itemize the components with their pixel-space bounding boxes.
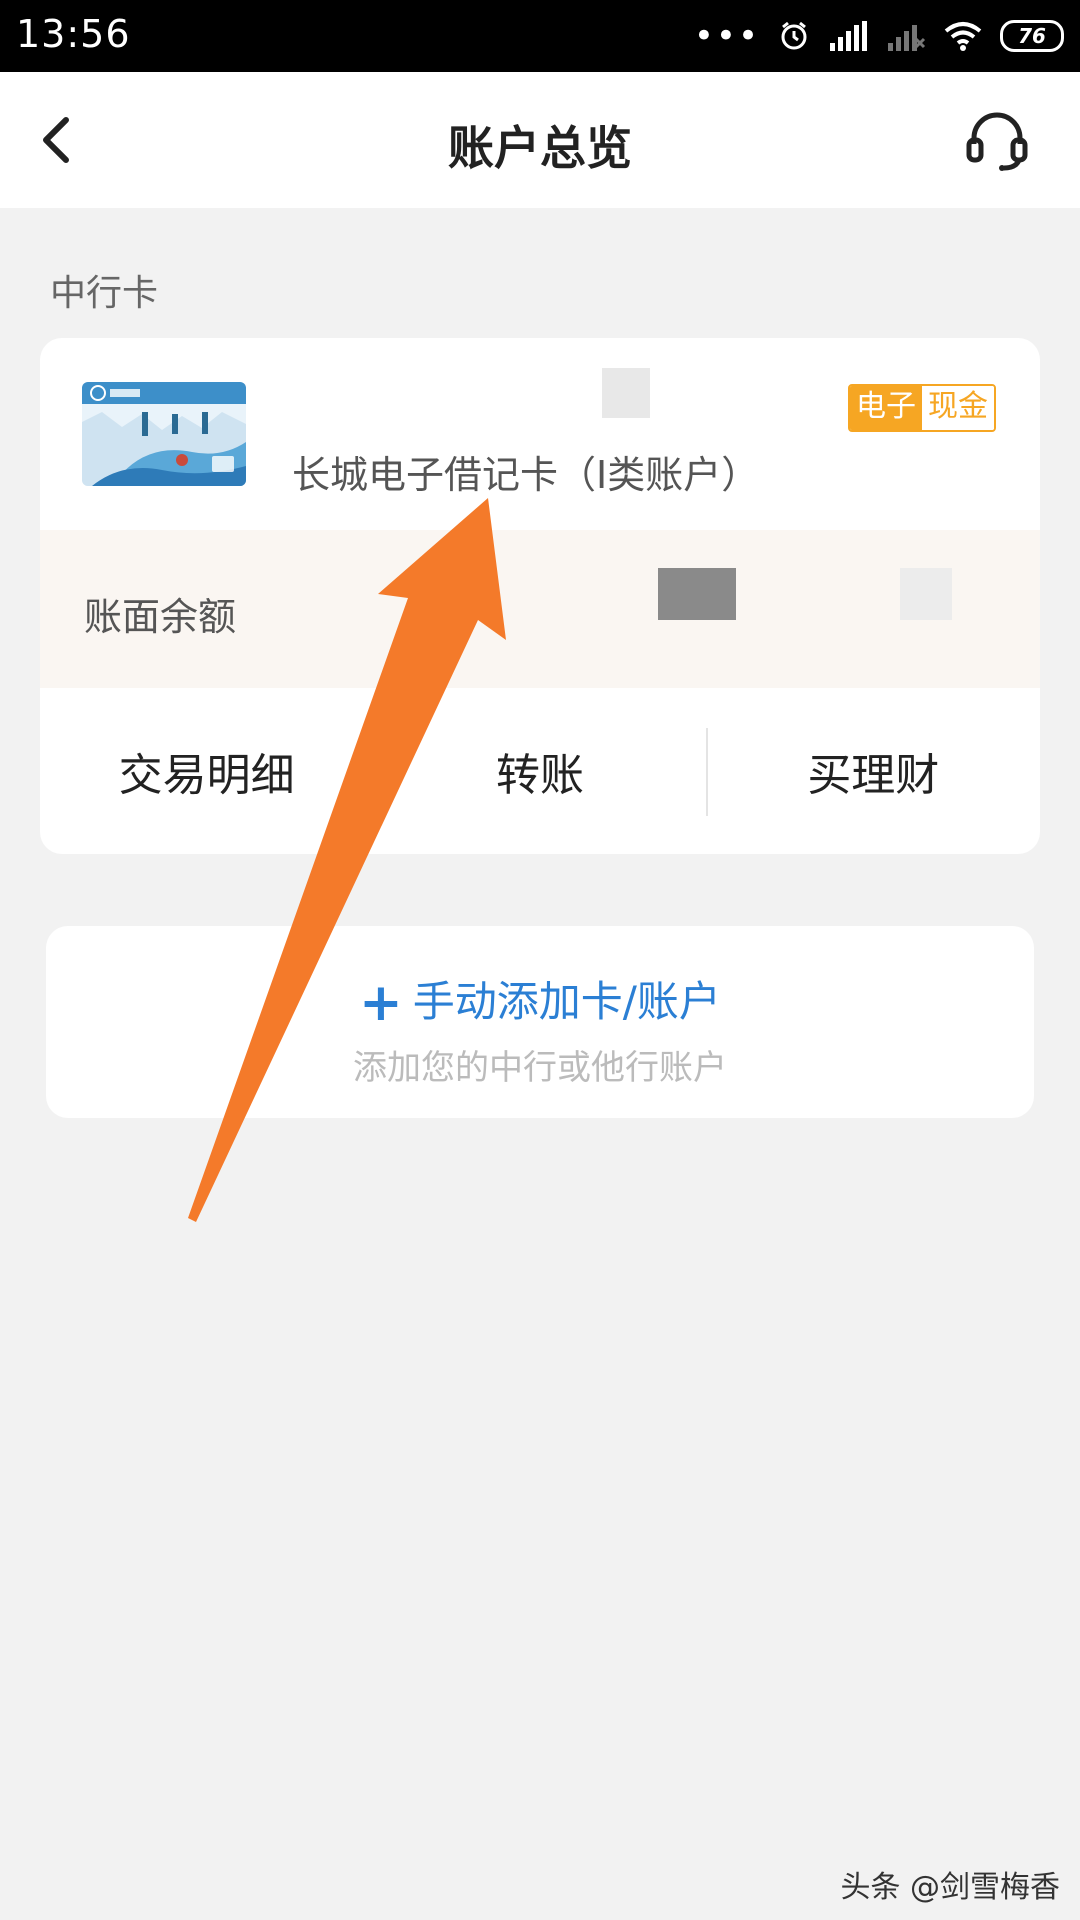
watermark: 头条 @剑雪梅香 [840,1870,1060,1905]
battery-indicator: 76 [1000,20,1064,52]
add-account-card[interactable]: + 手动添加卡/账户 添加您的中行或他行账户 [46,926,1034,1118]
status-icons: ••• 76 [694,14,1064,58]
badge-part-cash: 现金 [922,386,994,430]
masked-balance-toggle [900,568,952,620]
balance-row: 账面余额 [40,530,1040,688]
card-name: 长城电子借记卡（I类账户） [292,453,760,497]
action-divider [706,728,708,816]
masked-balance-value [658,568,736,620]
signal-icon [830,21,867,51]
plus-icon: + [359,973,403,1033]
alarm-icon [781,21,807,50]
transfer-button[interactable]: 转账 [373,739,706,803]
add-account-subtitle: 添加您的中行或他行账户 [353,1048,727,1088]
account-card[interactable]: 长城电子借记卡（I类账户） 电子 现金 账面余额 交易明细 转账 买理财 [40,338,1040,854]
transaction-details-button[interactable]: 交易明细 [40,739,373,803]
status-time: 13:56 [16,12,131,56]
account-type-badge: 电子 现金 [848,384,996,432]
add-account-label: 手动添加卡/账户 [412,977,721,1026]
card-actions: 交易明细 转账 买理财 [40,688,1040,854]
more-dots-icon: ••• [693,16,760,56]
wifi-icon [944,22,982,51]
balance-label: 账面余额 [84,595,237,639]
nav-bar: 账户总览 [0,72,1080,208]
customer-service-headset-icon[interactable] [964,108,1030,174]
buy-wealth-products-button[interactable]: 买理财 [707,739,1040,803]
badge-part-electronic: 电子 [850,386,922,430]
add-account-title[interactable]: + 手动添加卡/账户 [46,968,1034,1033]
masked-card-number [602,368,650,418]
status-bar: 13:56 ••• 76 [0,0,1080,72]
section-label-boc-cards: 中行卡 [50,273,159,314]
page-title: 账户总览 [448,121,632,175]
bank-card-image [82,382,246,486]
signal-weak-icon [888,25,926,51]
